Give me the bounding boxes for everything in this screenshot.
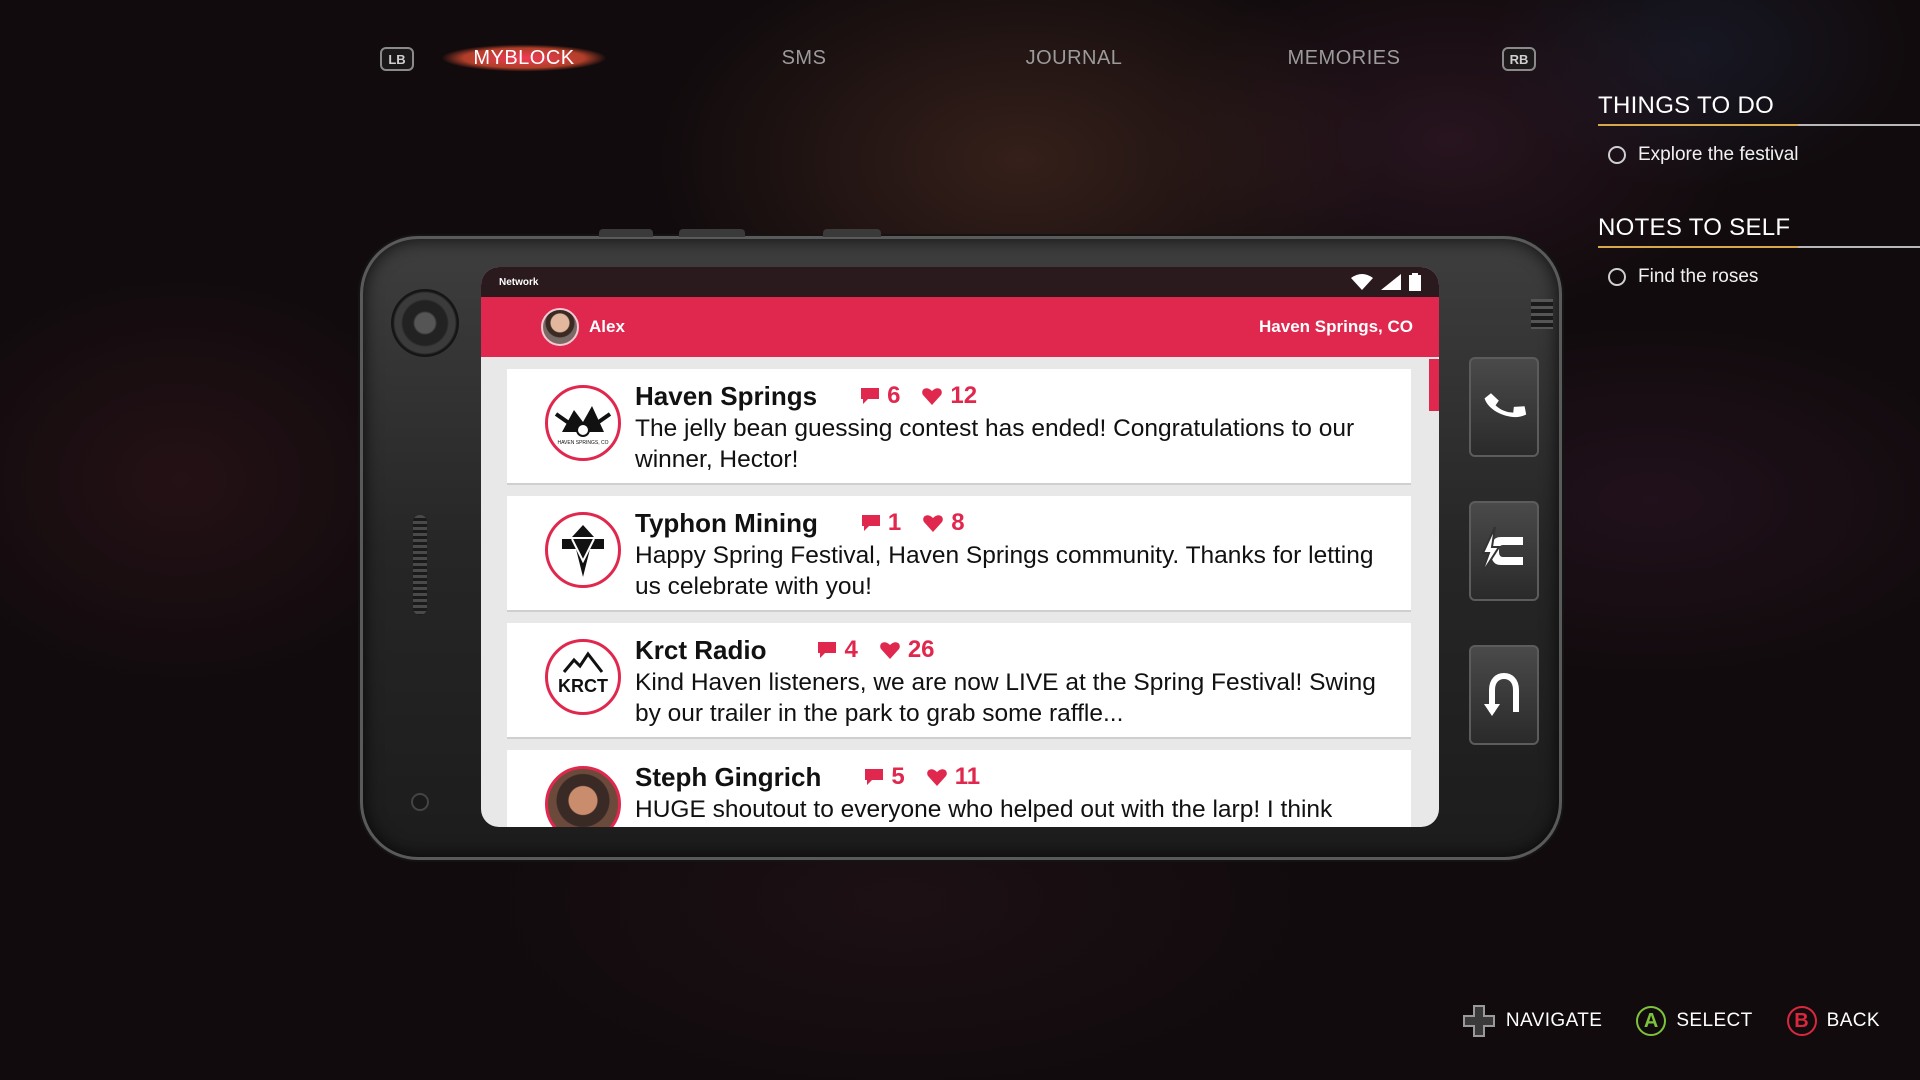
note-item: Find the roses — [1608, 266, 1920, 288]
disconnect-button[interactable] — [1469, 501, 1539, 601]
heart-icon — [880, 642, 900, 659]
status-icons — [1351, 273, 1421, 291]
post-author: Haven Springs — [635, 380, 818, 411]
objective-item: Explore the festival — [1608, 144, 1920, 166]
comment-count: 4 — [818, 636, 858, 664]
post-header: Typhon Mining 1 8 — [635, 506, 1395, 540]
back-prompt[interactable]: B BACK — [1786, 1006, 1880, 1036]
notes-to-self-title: NOTES TO SELF — [1598, 214, 1920, 248]
post-body: Krct Radio 4 26 Kind Haven listeners, we… — [635, 633, 1395, 729]
post-text: Happy Spring Festival, Haven Springs com… — [635, 542, 1374, 600]
myblock-header: Alex Haven Springs, CO — [481, 297, 1439, 357]
heart-icon — [922, 388, 943, 405]
post-text: Kind Haven listeners, we are now LIVE at… — [635, 669, 1376, 727]
wifi-icon — [1351, 274, 1373, 290]
things-to-do-section: THINGS TO DO Explore the festival — [1598, 92, 1920, 166]
status-bar: Network — [481, 267, 1439, 297]
tab-sms[interactable]: SMS — [694, 40, 914, 76]
post-author: Steph Gingrich — [635, 761, 822, 792]
post-header: Krct Radio 4 26 — [635, 633, 1395, 667]
like-count: 8 — [923, 509, 965, 537]
post-text: The jelly bean guessing contest has ende… — [635, 415, 1355, 473]
heart-icon — [923, 515, 944, 532]
like-count: 11 — [926, 763, 980, 791]
krct-radio-logo: KRCT — [545, 639, 621, 715]
heart-icon — [926, 769, 947, 786]
typhon-mining-logo — [545, 512, 621, 588]
phone-speaker — [413, 515, 427, 615]
phone-top-button — [679, 229, 745, 237]
objective-checkbox-icon — [1608, 146, 1626, 164]
post-feed[interactable]: HAVEN SPRINGS, CO Haven Springs 6 12 The… — [481, 357, 1439, 827]
comment-icon — [861, 515, 880, 531]
comment-icon — [865, 769, 884, 785]
comment-icon — [861, 388, 880, 404]
select-prompt[interactable]: A SELECT — [1636, 1006, 1752, 1036]
rb-bumper-button[interactable]: RB — [1502, 47, 1536, 71]
tab-myblock[interactable]: MYBLOCK — [414, 40, 634, 76]
things-to-do-title: THINGS TO DO — [1598, 92, 1920, 126]
user-name: Alex — [589, 317, 625, 336]
phone-icon — [1484, 393, 1527, 418]
feed-post[interactable]: Typhon Mining 1 8 Happy Spring Festival,… — [507, 496, 1411, 610]
objectives-panel: THINGS TO DO Explore the festival NOTES … — [1598, 92, 1920, 288]
post-header: Haven Springs 6 12 — [635, 379, 1395, 413]
note-checkbox-icon — [1608, 268, 1626, 286]
navigate-label: NAVIGATE — [1505, 1010, 1603, 1031]
back-label: BACK — [1826, 1010, 1880, 1031]
network-label: Network — [499, 276, 539, 288]
post-body: Typhon Mining 1 8 Happy Spring Festival,… — [635, 506, 1395, 602]
battery-icon — [1409, 273, 1421, 291]
comment-count: 1 — [861, 509, 901, 537]
phone-mic — [411, 793, 429, 811]
avatar — [545, 766, 621, 827]
phone-device: Network Alex Haven Springs, CO HAVEN SPR… — [360, 229, 1562, 860]
camera-lens-icon — [391, 289, 459, 357]
navigate-prompt: NAVIGATE — [1462, 1004, 1602, 1038]
disconnect-icon — [1480, 526, 1523, 576]
call-button[interactable] — [1469, 357, 1539, 457]
location-label: Haven Springs, CO — [1259, 317, 1413, 336]
control-prompts: NAVIGATE A SELECT B BACK — [1462, 1004, 1880, 1038]
a-button-icon: A — [1636, 1006, 1667, 1036]
comment-count: 6 — [861, 382, 900, 410]
phone-top-button — [599, 229, 653, 237]
feed-post[interactable]: HAVEN SPRINGS, CO Haven Springs 6 12 The… — [507, 369, 1411, 483]
logo-caption: KRCT — [558, 676, 608, 696]
select-label: SELECT — [1676, 1010, 1753, 1031]
tab-journal[interactable]: JOURNAL — [964, 40, 1184, 76]
comment-icon — [818, 642, 837, 658]
comment-count: 5 — [865, 763, 905, 791]
feed-scrollbar[interactable] — [1429, 359, 1439, 411]
note-label: Find the roses — [1638, 266, 1759, 287]
back-arrow-icon — [1484, 672, 1519, 716]
post-author: Typhon Mining — [635, 507, 818, 538]
tab-memories[interactable]: MEMORIES — [1234, 40, 1454, 76]
back-button[interactable] — [1469, 645, 1539, 745]
phone-top-button — [823, 229, 881, 237]
like-count: 12 — [922, 382, 977, 410]
post-text: HUGE shoutout to everyone who helped out… — [635, 796, 1333, 823]
user-profile[interactable]: Alex — [541, 308, 625, 346]
phone-screen: Network Alex Haven Springs, CO HAVEN SPR… — [481, 267, 1439, 827]
logo-caption: HAVEN SPRINGS, CO — [557, 440, 608, 446]
signal-icon — [1381, 274, 1401, 290]
phone-grille — [1531, 299, 1553, 329]
b-button-icon: B — [1786, 1006, 1817, 1036]
feed-post[interactable]: KRCT Krct Radio 4 26 Kind Haven listener… — [507, 623, 1411, 737]
objective-label: Explore the festival — [1638, 144, 1799, 165]
top-tab-bar: LB MYBLOCK SMS JOURNAL MEMORIES RB — [380, 40, 1540, 76]
post-header: Steph Gingrich 5 11 — [635, 760, 1395, 794]
avatar — [541, 308, 579, 346]
like-count: 26 — [880, 636, 935, 664]
post-body: Steph Gingrich 5 11 HUGE shoutout to eve… — [635, 760, 1395, 825]
post-body: Haven Springs 6 12 The jelly bean guessi… — [635, 379, 1395, 475]
notes-to-self-section: NOTES TO SELF Find the roses — [1598, 214, 1920, 288]
lb-bumper-button[interactable]: LB — [380, 47, 414, 71]
dpad-icon — [1462, 1005, 1495, 1037]
feed-post[interactable]: Steph Gingrich 5 11 HUGE shoutout to eve… — [507, 750, 1411, 827]
haven-springs-logo: HAVEN SPRINGS, CO — [545, 385, 621, 461]
post-author: Krct Radio — [635, 634, 767, 665]
